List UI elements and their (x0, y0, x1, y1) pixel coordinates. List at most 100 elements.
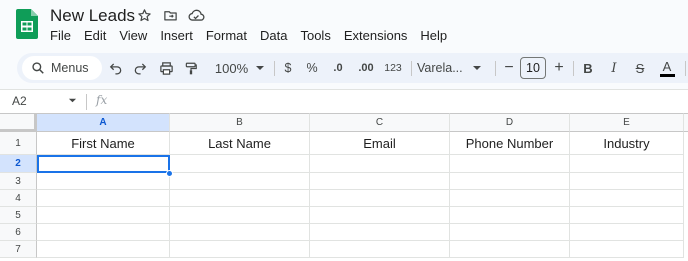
text-color-letter: A (662, 58, 672, 74)
text-color-button[interactable]: A (658, 53, 676, 83)
table-cell[interactable] (310, 155, 450, 173)
row-header-7[interactable]: 7 (0, 241, 37, 258)
more-formats-button[interactable]: 123 (382, 53, 404, 83)
table-cell[interactable] (570, 207, 684, 224)
select-all-corner[interactable] (0, 113, 37, 132)
menu-data[interactable]: Data (260, 28, 287, 43)
column-header-d[interactable]: D (450, 113, 570, 132)
strikethrough-button[interactable]: S (631, 53, 649, 83)
cloud-status-icon[interactable] (188, 7, 205, 24)
row-header-6[interactable]: 6 (0, 224, 37, 241)
undo-button[interactable] (105, 53, 127, 83)
redo-button[interactable] (129, 53, 151, 83)
chevron-down-icon[interactable] (68, 96, 77, 105)
increase-decimal-label: .00 (358, 62, 374, 74)
paint-format-button[interactable] (180, 53, 202, 83)
increase-font-size-button[interactable]: + (551, 53, 567, 83)
table-cell[interactable] (450, 224, 570, 241)
cell-e1[interactable]: Industry (570, 132, 684, 155)
column-header-a[interactable]: A (37, 113, 170, 132)
menu-file[interactable]: File (50, 28, 71, 43)
formula-bar: A2 fx (0, 89, 688, 113)
table-cell[interactable] (37, 173, 170, 190)
zoom-select[interactable]: 100% (211, 53, 269, 83)
table-cell[interactable] (170, 241, 310, 258)
menu-edit[interactable]: Edit (84, 28, 106, 43)
spreadsheet-grid: A B C D E 1 2 3 4 5 6 7 First Name Last … (0, 113, 688, 261)
italic-button[interactable]: I (605, 53, 623, 83)
table-cell[interactable] (170, 173, 310, 190)
active-cell-a2[interactable] (37, 155, 170, 173)
menu-insert[interactable]: Insert (160, 28, 193, 43)
table-cell[interactable] (310, 224, 450, 241)
chevron-down-icon (256, 66, 265, 70)
cell-b1[interactable]: Last Name (170, 132, 310, 155)
row-header-5[interactable]: 5 (0, 207, 37, 224)
search-menus-button[interactable]: Menus (22, 56, 102, 80)
table-cell[interactable] (310, 173, 450, 190)
cell-c1[interactable]: Email (310, 132, 450, 155)
table-cell[interactable] (570, 155, 684, 173)
fx-icon: fx (96, 93, 108, 107)
document-title[interactable]: New Leads (50, 6, 135, 26)
table-cell[interactable] (450, 173, 570, 190)
table-cell[interactable] (170, 207, 310, 224)
cell-d1[interactable]: Phone Number (450, 132, 570, 155)
row-header-4[interactable]: 4 (0, 190, 37, 207)
formula-input[interactable] (118, 94, 678, 110)
decrease-decimal-button[interactable]: .0 (327, 53, 349, 83)
table-cell[interactable] (37, 224, 170, 241)
sheets-logo-icon[interactable] (16, 9, 38, 39)
column-header-c[interactable]: C (310, 113, 450, 132)
row-header-3[interactable]: 3 (0, 173, 37, 190)
increase-decimal-button[interactable]: .00 (354, 53, 378, 83)
star-icon[interactable] (136, 7, 153, 24)
table-cell[interactable] (37, 190, 170, 207)
menu-format[interactable]: Format (206, 28, 247, 43)
table-cell[interactable] (450, 207, 570, 224)
currency-format-button[interactable]: $ (280, 53, 296, 83)
row-header-1[interactable]: 1 (0, 132, 37, 155)
table-cell[interactable] (570, 224, 684, 241)
decrease-font-size-button[interactable]: − (501, 53, 517, 83)
print-button[interactable] (155, 53, 177, 83)
table-cell[interactable] (170, 155, 310, 173)
menu-bar: File Edit View Insert Format Data Tools … (50, 28, 460, 43)
menu-help[interactable]: Help (420, 28, 447, 43)
name-box[interactable]: A2 (12, 94, 27, 108)
decrease-decimal-label: .0 (333, 62, 343, 74)
table-cell[interactable] (450, 241, 570, 258)
print-icon (159, 61, 173, 75)
font-family-value: Varela... (417, 61, 463, 75)
column-header-overflow (684, 113, 688, 132)
table-cell[interactable] (570, 173, 684, 190)
undo-icon (109, 63, 122, 75)
column-header-e[interactable]: E (570, 113, 684, 132)
move-to-folder-icon[interactable] (162, 7, 179, 24)
text-color-swatch (659, 73, 675, 77)
table-cell[interactable] (450, 155, 570, 173)
table-cell[interactable] (170, 224, 310, 241)
font-family-select[interactable]: Varela... (417, 53, 485, 83)
table-cell[interactable] (37, 207, 170, 224)
table-cell[interactable] (450, 190, 570, 207)
menu-tools[interactable]: Tools (300, 28, 330, 43)
table-cell[interactable] (37, 241, 170, 258)
cell-a1[interactable]: First Name (37, 132, 170, 155)
table-cell[interactable] (310, 207, 450, 224)
paint-format-icon (185, 62, 197, 74)
menu-view[interactable]: View (119, 28, 147, 43)
table-cell[interactable] (570, 241, 684, 258)
fill-handle[interactable] (166, 170, 173, 177)
table-cell[interactable] (170, 190, 310, 207)
percent-format-button[interactable]: % (304, 53, 320, 83)
table-cell[interactable] (310, 241, 450, 258)
font-size-input[interactable]: 10 (520, 57, 546, 79)
menus-label: Menus (51, 61, 89, 75)
menu-extensions[interactable]: Extensions (344, 28, 408, 43)
bold-button[interactable]: B (579, 53, 597, 83)
table-cell[interactable] (570, 190, 684, 207)
row-header-2[interactable]: 2 (0, 155, 37, 173)
column-header-b[interactable]: B (170, 113, 310, 132)
table-cell[interactable] (310, 190, 450, 207)
